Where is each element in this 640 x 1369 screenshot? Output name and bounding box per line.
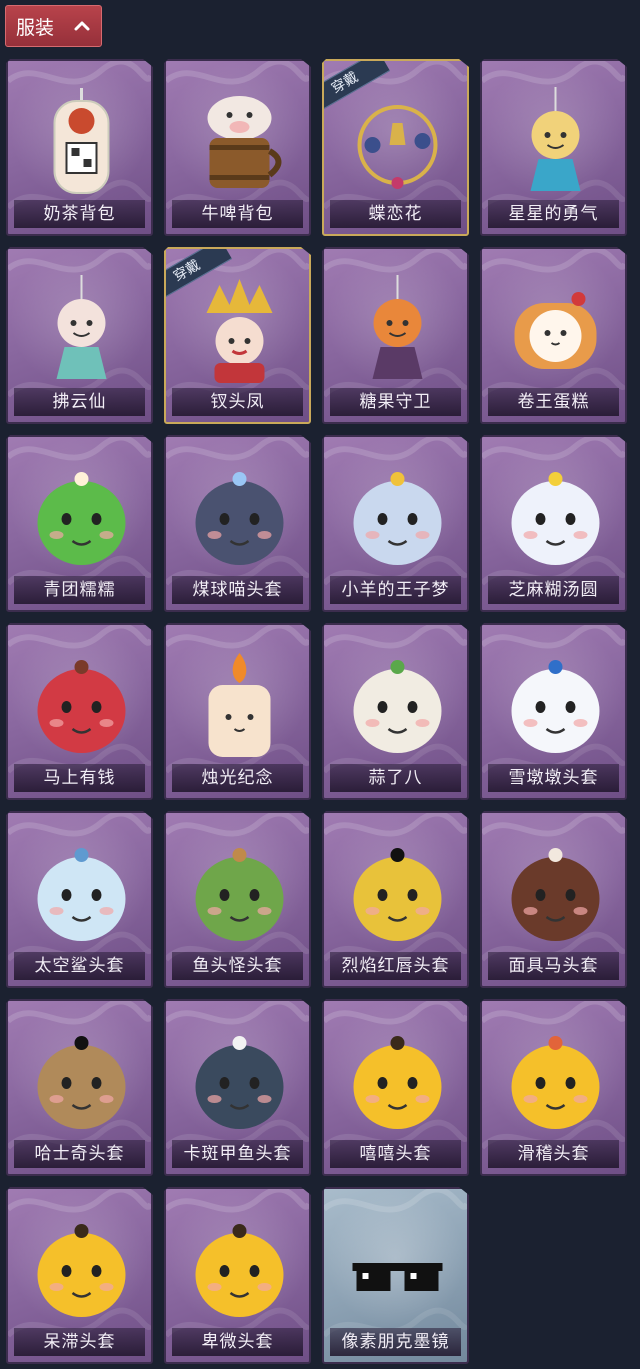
horse-mask-icon <box>500 835 611 953</box>
space-shark-mask-icon <box>26 835 137 953</box>
dazed-emoji-mask-icon <box>26 1211 137 1329</box>
costume-item-card[interactable]: 马上有钱 <box>6 623 153 800</box>
costume-item-name: 太空鲨头套 <box>14 952 145 980</box>
humble-emoji-mask-icon <box>184 1211 295 1329</box>
costume-item-name: 鱼头怪头套 <box>172 952 303 980</box>
roll-cake-icon <box>500 271 611 389</box>
costume-item-card[interactable]: 小羊的王子梦 <box>322 435 469 612</box>
costume-item-name: 烈焰红唇头套 <box>330 952 461 980</box>
costume-item-card[interactable]: 芝麻糊汤圆 <box>480 435 627 612</box>
costume-item-name: 马上有钱 <box>14 764 145 792</box>
costume-item-card[interactable]: 卷王蛋糕 <box>480 247 627 424</box>
chevron-up-icon <box>74 21 90 31</box>
costume-item-name: 拂云仙 <box>14 388 145 416</box>
costume-item-name: 呆滞头套 <box>14 1328 145 1356</box>
costume-item-card[interactable]: 滑稽头套 <box>480 999 627 1176</box>
red-horse-mask-icon <box>26 647 137 765</box>
costume-item-name: 卡斑甲鱼头套 <box>172 1140 303 1168</box>
husky-mask-icon <box>26 1023 137 1141</box>
costume-item-card[interactable]: 面具马头套 <box>480 811 627 988</box>
snowman-mask-icon <box>500 647 611 765</box>
category-title: 服装 <box>16 16 55 39</box>
costume-item-card[interactable]: 煤球喵头套 <box>164 435 311 612</box>
candy-guard-icon <box>342 271 453 389</box>
costume-item-card[interactable]: 鱼头怪头套 <box>164 811 311 988</box>
costume-item-name: 小羊的王子梦 <box>330 576 461 604</box>
costume-item-name: 烛光纪念 <box>172 764 303 792</box>
costume-item-name: 蝶恋花 <box>330 200 461 228</box>
costume-item-card[interactable]: 拂云仙 <box>6 247 153 424</box>
star-courage-icon <box>500 83 611 201</box>
costume-item-name: 卷王蛋糕 <box>488 388 619 416</box>
costume-item-name: 面具马头套 <box>488 952 619 980</box>
costume-item-name: 像素朋克墨镜 <box>330 1328 461 1356</box>
costume-item-card[interactable]: 呆滞头套 <box>6 1187 153 1364</box>
costume-item-card[interactable]: 卡斑甲鱼头套 <box>164 999 311 1176</box>
costume-item-card[interactable]: 青团糯糯 <box>6 435 153 612</box>
costume-item-name: 星星的勇气 <box>488 200 619 228</box>
costume-category-toggle[interactable]: 服装 <box>5 5 102 47</box>
costume-item-card[interactable]: 哈士奇头套 <box>6 999 153 1176</box>
costume-item-card[interactable]: 奶茶背包 <box>6 59 153 236</box>
lamb-prince-mask-icon <box>342 459 453 577</box>
costume-item-card[interactable]: 烛光纪念 <box>164 623 311 800</box>
funny-emoji-mask-icon <box>500 1023 611 1141</box>
cloud-fairy-icon <box>26 271 137 389</box>
costume-item-card[interactable]: 穿戴 蝶恋花 <box>322 59 469 236</box>
costume-item-card[interactable]: 烈焰红唇头套 <box>322 811 469 988</box>
costume-item-card[interactable]: 像素朋克墨镜 <box>322 1187 469 1364</box>
costume-item-card[interactable]: 雪墩墩头套 <box>480 623 627 800</box>
costume-item-name: 雪墩墩头套 <box>488 764 619 792</box>
costume-item-card[interactable]: 卑微头套 <box>164 1187 311 1364</box>
butterfly-flower-icon <box>342 83 453 201</box>
grin-emoji-mask-icon <box>342 1023 453 1141</box>
costume-item-card[interactable]: 蒜了八 <box>322 623 469 800</box>
costume-item-name: 青团糯糯 <box>14 576 145 604</box>
milk-tea-backpack-icon <box>26 83 137 201</box>
black-cat-mask-icon <box>184 459 295 577</box>
costume-item-card[interactable]: 星星的勇气 <box>480 59 627 236</box>
costume-item-name: 牛啤背包 <box>172 200 303 228</box>
costume-item-name: 嘻嘻头套 <box>330 1140 461 1168</box>
costume-item-name: 钗头凤 <box>172 388 303 416</box>
costume-item-card[interactable]: 穿戴 钗头凤 <box>164 247 311 424</box>
costume-item-card[interactable]: 糖果守卫 <box>322 247 469 424</box>
costume-item-name: 滑稽头套 <box>488 1140 619 1168</box>
sesame-dumpling-mask-icon <box>500 459 611 577</box>
costume-item-card[interactable]: 牛啤背包 <box>164 59 311 236</box>
costume-item-card[interactable]: 太空鲨头套 <box>6 811 153 988</box>
costume-item-card[interactable]: 嘻嘻头套 <box>322 999 469 1176</box>
flame-lips-mask-icon <box>342 835 453 953</box>
cow-beer-backpack-icon <box>184 83 295 201</box>
turtle-mask-icon <box>184 1023 295 1141</box>
pixel-sunglasses-icon <box>342 1211 453 1329</box>
costume-item-name: 糖果守卫 <box>330 388 461 416</box>
fish-head-mask-icon <box>184 835 295 953</box>
phoenix-hairpin-icon <box>184 271 295 389</box>
costume-item-name: 芝麻糊汤圆 <box>488 576 619 604</box>
green-rice-ball-icon <box>26 459 137 577</box>
costume-item-name: 哈士奇头套 <box>14 1140 145 1168</box>
garlic-mask-icon <box>342 647 453 765</box>
costume-item-name: 奶茶背包 <box>14 200 145 228</box>
costume-item-name: 煤球喵头套 <box>172 576 303 604</box>
costume-item-name: 蒜了八 <box>330 764 461 792</box>
candle-mask-icon <box>184 647 295 765</box>
costume-item-name: 卑微头套 <box>172 1328 303 1356</box>
